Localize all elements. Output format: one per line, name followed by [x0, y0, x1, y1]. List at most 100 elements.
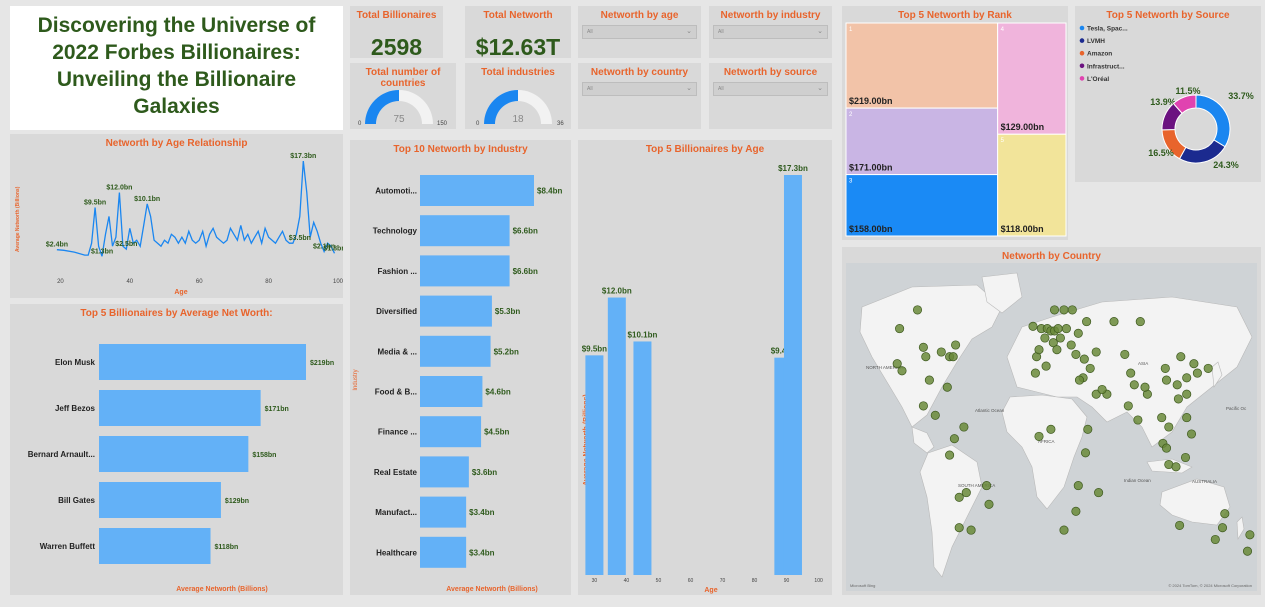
x-tick-label: 80	[265, 279, 272, 285]
top10-industry-card: Top 10 Networth by Industry Industry Ave…	[350, 140, 571, 595]
country-bubble	[1164, 422, 1174, 432]
country-bubble	[1129, 380, 1139, 390]
kpi-label: Total Networth	[483, 10, 553, 21]
data-label: $219bn	[310, 360, 334, 367]
data-label: $1.3bn	[91, 248, 113, 255]
country-bubble	[1126, 368, 1136, 378]
data-label: 33.7%	[1228, 91, 1254, 101]
slicer-dropdown[interactable]: All ⌄	[713, 82, 828, 96]
data-label: 11.5%	[1175, 86, 1200, 96]
data-label: $12.0bn	[602, 287, 632, 296]
donut-slice	[1195, 94, 1231, 148]
country-bubble	[1175, 520, 1185, 530]
x-tick-label: 70	[720, 578, 726, 584]
country-bubble	[1161, 375, 1172, 385]
data-label: $10.1bn	[628, 330, 658, 339]
country-bubble	[1140, 382, 1150, 392]
gauge-max: 36	[557, 121, 564, 127]
country-bubble	[1055, 333, 1065, 343]
data-label: $3.5bn	[289, 235, 311, 242]
map-region-label: Atlantic Ocean	[975, 408, 1005, 413]
country-bubble	[1135, 317, 1145, 327]
x-tick-label: 60	[688, 578, 694, 584]
legend-marker	[1079, 63, 1085, 69]
country-bubble	[1080, 448, 1091, 458]
data-label: $3.4bn	[469, 548, 494, 557]
slicer-dropdown[interactable]: All ⌄	[713, 25, 828, 39]
data-label: $9.5bn	[582, 344, 607, 353]
country-bubble	[1094, 488, 1104, 498]
top5-people-chart: Average Networth (Billions) Elon Musk $21…	[28, 344, 334, 593]
kpi-total-networth: Total Networth $12.63T	[465, 6, 571, 60]
x-tick-label: 30	[592, 578, 598, 584]
bing-logo: Microsoft Bing	[850, 583, 875, 588]
data-label: $2.5bn	[115, 241, 137, 248]
country-bubble	[1189, 359, 1199, 369]
slicer-label: Networth by source	[723, 67, 818, 78]
country-bubble	[1041, 361, 1051, 371]
country-bubble	[1217, 523, 1228, 533]
country-bubble	[951, 340, 961, 350]
x-axis-label: Age	[174, 289, 187, 296]
country-bubble	[918, 342, 928, 352]
x-tick-label: 100	[333, 279, 343, 285]
country-bubble	[924, 375, 934, 385]
category-label: Bernard Arnault...	[28, 450, 95, 459]
country-bubble	[1085, 363, 1095, 373]
category-label: Fashion ...	[377, 267, 417, 276]
category-label: Real Estate	[374, 468, 418, 477]
chevron-down-icon: ⌄	[817, 28, 823, 35]
gauge-industries-card: Total industries 0 36 18	[465, 63, 571, 129]
bar	[99, 390, 261, 426]
top10-industry-chart: Industry Average Networth (Billions) Aut…	[353, 175, 562, 593]
data-label: $5.2bn	[494, 347, 519, 356]
top5-people-card: Top 5 Billionaires by Average Net Worth:…	[10, 304, 343, 595]
country-bubble	[918, 401, 928, 411]
bar	[420, 335, 491, 367]
slicer-source[interactable]: Networth by source All ⌄	[709, 63, 832, 129]
data-label: $1.8bn	[323, 245, 343, 252]
tile-label: $129.00bn	[1001, 122, 1045, 132]
data-label: $8.4bn	[537, 187, 562, 196]
country-bubble	[966, 525, 976, 535]
slicer-country[interactable]: Networth by country All ⌄	[578, 63, 701, 129]
category-label: Healthcare	[376, 548, 417, 557]
bar	[99, 528, 211, 564]
category-label: Warren Buffett	[40, 542, 96, 551]
country-bubble	[1120, 349, 1130, 359]
slicer-age[interactable]: Networth by age All ⌄	[578, 6, 701, 58]
bar	[99, 482, 221, 518]
x-axis-label: Age	[704, 587, 717, 594]
slicer-industry[interactable]: Networth by industry All ⌄	[709, 6, 832, 58]
slicer-dropdown[interactable]: All ⌄	[582, 82, 697, 96]
gauge-max: 150	[437, 121, 448, 127]
chevron-down-icon: ⌄	[686, 28, 692, 35]
bar	[420, 416, 482, 448]
dashboard-title: Discovering the Universe of 2022 Forbes …	[37, 14, 316, 118]
map-region-label: Pacific Oc	[1226, 406, 1247, 411]
data-label: $4.6bn	[485, 388, 510, 397]
legend-marker	[1079, 25, 1085, 31]
slicer-value: All	[587, 86, 593, 92]
x-tick-label: 60	[196, 279, 203, 285]
country-bubble	[1192, 368, 1202, 378]
data-label: $129bn	[225, 498, 249, 505]
slicer-dropdown[interactable]: All ⌄	[582, 25, 697, 39]
country-map[interactable]: NORTH AMERICAASIAAFRICASOUTH AMERICAAUST…	[842, 247, 1261, 595]
country-bubble	[1052, 345, 1062, 355]
chevron-down-icon: ⌄	[817, 85, 823, 92]
country-bubble	[1040, 333, 1050, 343]
gauge-value: 18	[512, 114, 524, 125]
country-bubble	[1186, 429, 1197, 439]
slicer-label: Networth by country	[590, 67, 689, 78]
tile-label: $171.00bn	[849, 163, 893, 173]
country-bubble	[1071, 349, 1081, 359]
x-tick-label: 40	[126, 279, 133, 285]
country-bubble	[1176, 352, 1186, 362]
data-label: $10.1bn	[134, 196, 160, 203]
data-label: $171bn	[265, 406, 289, 413]
treemap-tile	[997, 133, 1067, 237]
gauge-min: 0	[476, 121, 480, 127]
kpi-label: Total Billionaires	[356, 10, 437, 21]
source-donut-chart: Tesla, Spac... LVMH Amazon Infrastruct... L'…	[1079, 25, 1254, 170]
